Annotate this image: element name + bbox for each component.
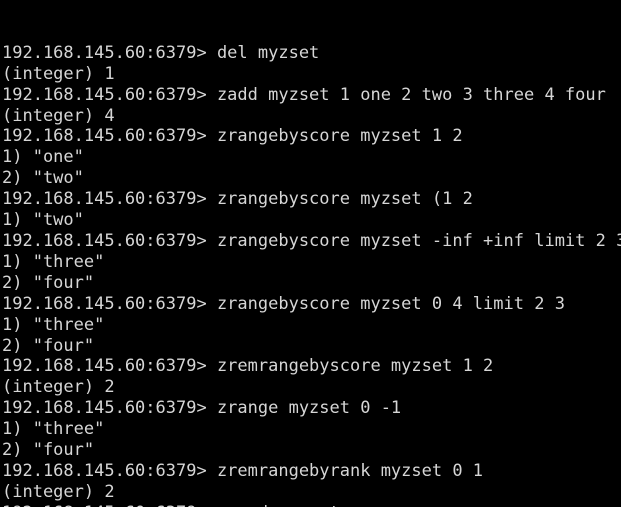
command-text: zremrangebyrank myzset 0 1	[216, 460, 484, 481]
shell-prompt: 192.168.145.60:6379>	[2, 189, 217, 210]
terminal-output-line: 2) "four"	[2, 336, 621, 357]
command-text: zrangebyscore myzset 0 4 limit 2 3	[216, 293, 565, 314]
command-text: zrangebyscore myzset -inf +inf limit 2 3	[216, 231, 621, 251]
reply-text: (integer) 4	[2, 105, 115, 126]
terminal-command-line: 192.168.145.60:6379> zrange myzset 0 -1	[2, 398, 621, 419]
reply-text: (integer) 2	[2, 377, 115, 398]
terminal-command-line: 192.168.145.60:6379> zremrangebyrank myz…	[2, 461, 621, 482]
terminal-output-line: 1) "three"	[2, 315, 621, 336]
shell-prompt: 192.168.145.60:6379>	[2, 231, 217, 251]
terminal-output: 192.168.145.60:6379> del myzset (integer)…	[2, 43, 621, 507]
command-text: zrangebyscore myzset (1 2	[216, 189, 473, 210]
command-text: zrangebyscore myzset 1 2	[216, 126, 463, 147]
reply-text: 1) "three"	[2, 251, 105, 272]
shell-prompt: 192.168.145.60:6379>	[2, 42, 217, 63]
terminal-output-line: (integer) 2	[2, 482, 621, 503]
shell-prompt: 192.168.145.60:6379>	[2, 84, 217, 105]
reply-text: 2) "two"	[2, 168, 84, 189]
terminal-output-line: (integer) 4	[2, 106, 621, 127]
terminal-command-line: 192.168.145.60:6379> del myzset	[2, 43, 621, 64]
terminal-command-line: 192.168.145.60:6379> zrangebyscore myzse…	[2, 126, 621, 147]
reply-text: (integer) 1	[2, 63, 115, 84]
shell-prompt: 192.168.145.60:6379>	[2, 398, 217, 419]
terminal-command-line: 192.168.145.60:6379> zrangebyscore myzse…	[2, 294, 621, 315]
terminal-command-line: 192.168.145.60:6379> zremrangebyscore my…	[2, 356, 621, 377]
shell-prompt: 192.168.145.60:6379>	[2, 460, 217, 481]
shell-prompt: 192.168.145.60:6379>	[2, 503, 217, 507]
terminal-command-line: 192.168.145.60:6379> zrangebyscore myzse…	[2, 189, 621, 210]
terminal-output-line: 2) "four"	[2, 273, 621, 294]
terminal-output-line: 2) "two"	[2, 168, 621, 189]
terminal-output-line: 1) "two"	[2, 210, 621, 231]
command-text: zadd myzset 1 one 2 two 3 three 4 four	[216, 84, 606, 105]
command-text: zrange myzset 0 -1	[216, 398, 402, 419]
command-text: zcard myzset	[217, 503, 340, 507]
reply-text: 2) "four"	[2, 440, 95, 461]
shell-prompt: 192.168.145.60:6379>	[2, 126, 217, 147]
shell-prompt: 192.168.145.60:6379>	[2, 293, 217, 314]
terminal-command-line: 192.168.145.60:6379> zcard myzset	[2, 503, 621, 507]
reply-text: 1) "three"	[2, 419, 105, 440]
reply-text: 1) "two"	[2, 210, 84, 231]
command-text: del myzset	[216, 42, 320, 63]
terminal-window[interactable]: 192.168.145.60:6379> del myzset (integer)…	[0, 0, 621, 507]
terminal-output-line: 1) "one"	[2, 147, 621, 168]
reply-text: 2) "four"	[2, 272, 95, 293]
terminal-output-line: 1) "three"	[2, 252, 621, 273]
terminal-output-line: (integer) 1	[2, 64, 621, 85]
shell-prompt: 192.168.145.60:6379>	[2, 356, 217, 377]
terminal-output-line: 2) "four"	[2, 440, 621, 461]
reply-text: (integer) 2	[2, 481, 115, 502]
terminal-command-line: 192.168.145.60:6379> zadd myzset 1 one 2…	[2, 85, 621, 106]
reply-text: 1) "three"	[2, 314, 105, 335]
command-text: zremrangebyscore myzset 1 2	[216, 356, 494, 377]
reply-text: 1) "one"	[2, 147, 84, 168]
terminal-command-line: 192.168.145.60:6379> zrangebyscore myzse…	[2, 231, 621, 252]
terminal-output-line: (integer) 2	[2, 377, 621, 398]
terminal-output-line: 1) "three"	[2, 419, 621, 440]
reply-text: 2) "four"	[2, 335, 95, 356]
